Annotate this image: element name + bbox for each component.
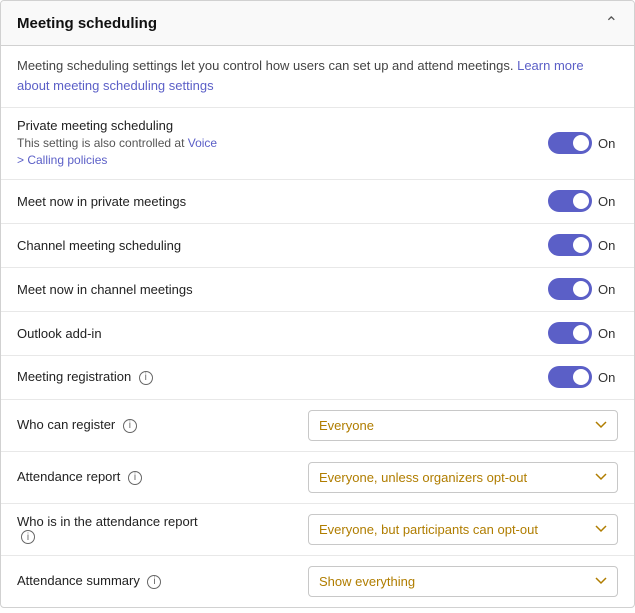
meeting-registration-toggle-container: On bbox=[548, 366, 618, 388]
outlook-add-in-toggle[interactable] bbox=[548, 322, 592, 344]
setting-label-group: Meeting registration i bbox=[17, 369, 548, 385]
who-can-register-info-icon[interactable]: i bbox=[123, 419, 137, 433]
private-meeting-scheduling-toggle[interactable] bbox=[548, 132, 592, 154]
setting-label-group: Outlook add-in bbox=[17, 326, 548, 341]
collapse-icon[interactable]: ⌃ bbox=[605, 13, 618, 33]
meet-now-channel-label: Meet now in channel meetings bbox=[17, 282, 536, 297]
who-can-register-dropdown[interactable]: Everyone People in my organization bbox=[308, 410, 618, 441]
voice-link[interactable]: Voice bbox=[188, 136, 217, 150]
setting-label-group: Meet now in private meetings bbox=[17, 194, 548, 209]
meeting-registration-toggle[interactable] bbox=[548, 366, 592, 388]
setting-label-group: Who is in the attendance report i bbox=[17, 514, 308, 545]
channel-meeting-scheduling-label: Channel meeting scheduling bbox=[17, 238, 536, 253]
setting-label-group: Channel meeting scheduling bbox=[17, 238, 548, 253]
channel-meeting-scheduling-state: On bbox=[598, 238, 615, 253]
meet-now-private-toggle[interactable] bbox=[548, 190, 592, 212]
meeting-registration-state: On bbox=[598, 370, 615, 385]
section-description: Meeting scheduling settings let you cont… bbox=[1, 46, 634, 108]
meet-now-private-state: On bbox=[598, 194, 615, 209]
attendance-report-who-label: Who is in the attendance report i bbox=[17, 514, 296, 545]
description-text: Meeting scheduling settings let you cont… bbox=[17, 58, 513, 73]
setting-label-group: Private meeting scheduling This setting … bbox=[17, 118, 548, 169]
setting-row-attendance-summary: Attendance summary i Show everything Hid… bbox=[1, 556, 634, 607]
setting-row-private-meeting-scheduling: Private meeting scheduling This setting … bbox=[1, 108, 634, 180]
private-meeting-scheduling-state: On bbox=[598, 136, 615, 151]
meeting-scheduling-section: Meeting scheduling ⌃ Meeting scheduling … bbox=[0, 0, 635, 608]
private-meeting-scheduling-sublabel: This setting is also controlled at Voice… bbox=[17, 135, 536, 169]
meeting-registration-info-icon[interactable]: i bbox=[139, 371, 153, 385]
setting-row-outlook-add-in: Outlook add-in On bbox=[1, 312, 634, 356]
channel-meeting-scheduling-toggle-container: On bbox=[548, 234, 618, 256]
outlook-add-in-state: On bbox=[598, 326, 615, 341]
setting-label-group: Attendance summary i bbox=[17, 573, 308, 589]
attendance-report-dropdown[interactable]: Everyone, unless organizers opt-out No o… bbox=[308, 462, 618, 493]
section-title: Meeting scheduling bbox=[17, 15, 157, 32]
meeting-registration-label: Meeting registration i bbox=[17, 369, 536, 385]
setting-label-group: Meet now in channel meetings bbox=[17, 282, 548, 297]
meet-now-channel-toggle[interactable] bbox=[548, 278, 592, 300]
channel-meeting-scheduling-toggle[interactable] bbox=[548, 234, 592, 256]
outlook-add-in-label: Outlook add-in bbox=[17, 326, 536, 341]
meet-now-channel-toggle-container: On bbox=[548, 278, 618, 300]
setting-row-attendance-report-who: Who is in the attendance report i Everyo… bbox=[1, 504, 634, 556]
outlook-add-in-toggle-container: On bbox=[548, 322, 618, 344]
private-meeting-scheduling-label: Private meeting scheduling bbox=[17, 118, 536, 133]
meet-now-channel-state: On bbox=[598, 282, 615, 297]
section-header: Meeting scheduling ⌃ bbox=[1, 1, 634, 46]
who-can-register-label: Who can register i bbox=[17, 417, 296, 433]
attendance-report-label: Attendance report i bbox=[17, 469, 296, 485]
who-can-register-dropdown-container: Everyone People in my organization bbox=[308, 410, 618, 441]
attendance-summary-info-icon[interactable]: i bbox=[147, 575, 161, 589]
attendance-report-who-dropdown-container: Everyone, but participants can opt-out E… bbox=[308, 514, 618, 545]
attendance-summary-dropdown[interactable]: Show everything Hide names Don't show bbox=[308, 566, 618, 597]
setting-row-attendance-report: Attendance report i Everyone, unless org… bbox=[1, 452, 634, 504]
setting-label-group: Who can register i bbox=[17, 417, 308, 433]
attendance-summary-dropdown-container: Show everything Hide names Don't show bbox=[308, 566, 618, 597]
setting-row-meeting-registration: Meeting registration i On bbox=[1, 356, 634, 400]
setting-row-channel-meeting-scheduling: Channel meeting scheduling On bbox=[1, 224, 634, 268]
attendance-summary-label: Attendance summary i bbox=[17, 573, 296, 589]
meet-now-private-toggle-container: On bbox=[548, 190, 618, 212]
private-meeting-scheduling-toggle-container: On bbox=[548, 132, 618, 154]
attendance-report-dropdown-container: Everyone, unless organizers opt-out No o… bbox=[308, 462, 618, 493]
setting-row-meet-now-channel: Meet now in channel meetings On bbox=[1, 268, 634, 312]
attendance-report-who-info-icon[interactable]: i bbox=[21, 530, 35, 544]
attendance-report-info-icon[interactable]: i bbox=[128, 471, 142, 485]
meet-now-private-label: Meet now in private meetings bbox=[17, 194, 536, 209]
setting-row-meet-now-private: Meet now in private meetings On bbox=[1, 180, 634, 224]
setting-row-who-can-register: Who can register i Everyone People in my… bbox=[1, 400, 634, 452]
calling-policies-link[interactable]: > Calling policies bbox=[17, 152, 536, 169]
setting-label-group: Attendance report i bbox=[17, 469, 308, 485]
attendance-report-who-dropdown[interactable]: Everyone, but participants can opt-out E… bbox=[308, 514, 618, 545]
